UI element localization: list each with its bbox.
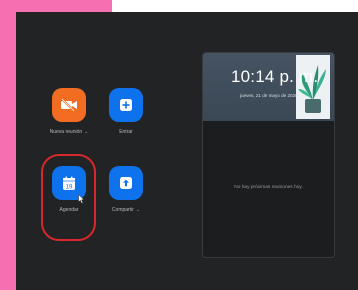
share-screen-label: Compartir <box>111 207 134 213</box>
chevron-down-icon[interactable]: ⌄ <box>136 207 140 213</box>
schedule-highlight-circle <box>41 154 96 241</box>
clock-time: 10:14 p. m. <box>231 67 319 86</box>
share-screen-icon <box>120 177 132 189</box>
new-meeting-label: Nueva reunión <box>49 129 83 135</box>
share-screen-tile[interactable]: Compartir ⌄ <box>96 166 156 213</box>
zoom-home-window: Nueva reunión ⌄ Entrar 19 Agendar Compar… <box>16 12 358 290</box>
plant-illustration <box>296 55 330 119</box>
video-camera-off-icon <box>61 98 77 112</box>
clock-header: 10:14 p. m. jueves, 21 de mayo de 2020 <box>203 53 334 121</box>
upcoming-meetings-panel: 10:14 p. m. jueves, 21 de mayo de 2020 N… <box>202 52 335 258</box>
plus-icon <box>120 99 132 111</box>
share-screen-button[interactable] <box>109 166 143 200</box>
chevron-down-icon[interactable]: ⌄ <box>84 129 88 135</box>
new-meeting-button[interactable] <box>52 88 86 122</box>
join-tile[interactable]: Entrar <box>96 88 156 135</box>
new-meeting-tile[interactable]: Nueva reunión ⌄ <box>39 88 99 135</box>
clock-date: jueves, 21 de mayo de 2020 <box>240 93 298 98</box>
no-meetings-message: No hay próximas reuniones hoy. <box>234 185 303 190</box>
join-label: Entrar <box>119 129 133 135</box>
top-background <box>112 0 358 10</box>
mouse-pointer-icon <box>78 194 85 204</box>
join-button[interactable] <box>109 88 143 122</box>
left-background-strip <box>0 0 16 290</box>
